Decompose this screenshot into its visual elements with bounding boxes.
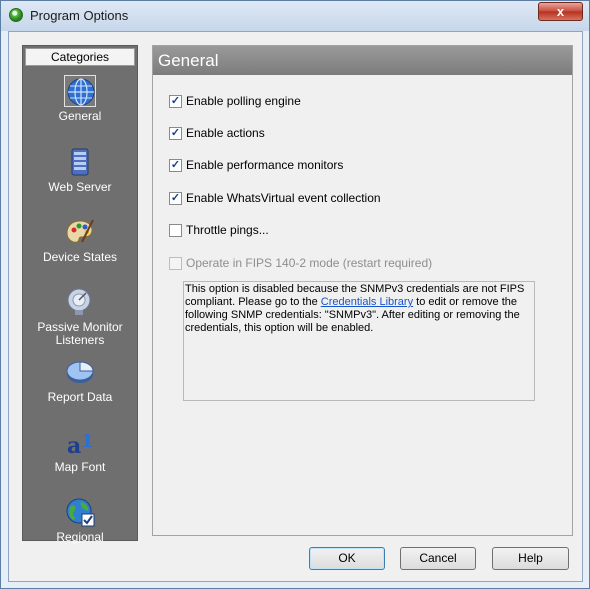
fips-mode-label: Operate in FIPS 140-2 mode (restart requ… <box>186 256 433 270</box>
svg-text:1: 1 <box>81 431 94 452</box>
passive-monitor-label-line1: Passive Monitor <box>37 320 123 334</box>
ok-button[interactable]: OK <box>309 547 385 570</box>
option-enable-performance-monitors[interactable]: ✓ Enable performance monitors <box>169 157 343 173</box>
category-report-data-label: Report Data <box>47 390 113 404</box>
category-map-font-label: Map Font <box>54 460 106 474</box>
dialog-client-area: Categories General Web Server Device Sta… <box>8 31 583 582</box>
category-general-label: General <box>58 109 102 123</box>
enable-performance-monitors-label: Enable performance monitors <box>186 158 344 172</box>
window-title: Program Options <box>30 8 129 23</box>
option-enable-polling-engine[interactable]: ✓ Enable polling engine <box>169 93 301 109</box>
enable-actions-checkbox[interactable]: ✓ <box>169 126 182 140</box>
general-panel: General ✓ Enable polling engine ✓ Enable… <box>152 45 573 536</box>
server-icon <box>64 146 96 178</box>
pie-chart-icon <box>64 356 96 388</box>
fips-info-box: This option is disabled because the SNMP… <box>183 281 535 401</box>
close-button[interactable]: x <box>538 2 583 21</box>
category-regional-label: Regional <box>56 530 104 544</box>
globe-icon <box>64 75 96 107</box>
category-general[interactable]: General <box>23 75 137 139</box>
option-throttle-pings[interactable]: Throttle pings... <box>169 222 269 238</box>
option-enable-whatsvirtual[interactable]: ✓ Enable WhatsVirtual event collection <box>169 190 381 206</box>
category-passive-monitor-listeners[interactable]: Passive Monitor Listeners <box>23 286 137 350</box>
option-fips-mode: Operate in FIPS 140-2 mode (restart requ… <box>169 255 432 271</box>
credentials-library-link[interactable]: Credentials Library <box>321 296 413 308</box>
passive-monitor-label-line2: Listeners <box>55 333 105 347</box>
close-icon: x <box>556 4 565 19</box>
category-device-states-label: Device States <box>42 250 118 264</box>
title-bar[interactable]: Program Options x <box>1 1 589 31</box>
enable-whatsvirtual-checkbox[interactable]: ✓ <box>169 191 182 205</box>
font-icon: a 1 <box>64 426 96 459</box>
categories-header: Categories <box>25 48 135 66</box>
option-enable-actions[interactable]: ✓ Enable actions <box>169 125 265 141</box>
category-web-server-label: Web Server <box>48 180 112 194</box>
panel-title: General <box>153 46 572 75</box>
category-passive-monitor-listeners-label: Passive Monitor Listeners <box>23 321 137 347</box>
throttle-pings-label: Throttle pings... <box>186 223 269 237</box>
category-regional[interactable]: Regional <box>23 496 137 560</box>
fips-mode-checkbox <box>169 256 182 270</box>
category-map-font[interactable]: a 1 Map Font <box>23 426 137 490</box>
enable-polling-engine-checkbox[interactable]: ✓ <box>169 94 182 108</box>
enable-polling-engine-label: Enable polling engine <box>186 94 301 108</box>
enable-whatsvirtual-label: Enable WhatsVirtual event collection <box>186 191 381 205</box>
category-web-server[interactable]: Web Server <box>23 146 137 210</box>
app-icon <box>9 8 23 22</box>
help-button[interactable]: Help <box>492 547 569 570</box>
svg-text:a: a <box>67 433 81 458</box>
category-report-data[interactable]: Report Data <box>23 356 137 420</box>
enable-actions-label: Enable actions <box>186 126 265 140</box>
palette-icon <box>64 216 96 248</box>
program-options-window: Program Options x Categories General Web… <box>0 0 590 589</box>
satellite-dish-icon <box>64 286 96 318</box>
enable-performance-monitors-checkbox[interactable]: ✓ <box>169 158 182 172</box>
categories-pane: Categories General Web Server Device Sta… <box>22 45 138 544</box>
throttle-pings-checkbox[interactable] <box>169 223 182 237</box>
globe-check-icon <box>64 496 96 528</box>
cancel-button[interactable]: Cancel <box>400 547 476 570</box>
category-device-states[interactable]: Device States <box>23 216 137 280</box>
